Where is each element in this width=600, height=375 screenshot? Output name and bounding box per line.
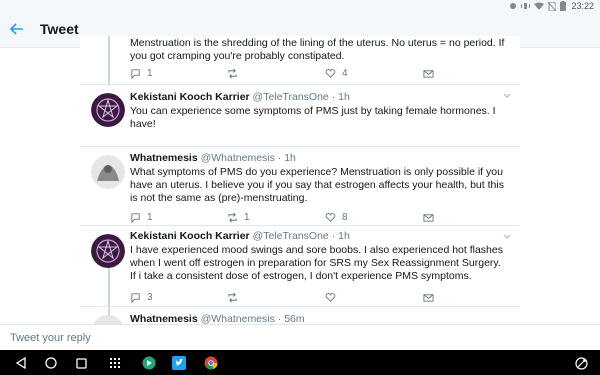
nav-home-button[interactable] — [42, 354, 60, 372]
retweet-button[interactable] — [227, 290, 244, 304]
chrome-icon — [204, 356, 218, 370]
reply-icon — [131, 212, 140, 223]
author-name[interactable]: Kekistani Kooch Karrier — [130, 91, 250, 103]
reply-button[interactable]: 1 — [130, 210, 153, 224]
reply-button[interactable]: 3 — [130, 290, 153, 304]
tweet-text: What symptoms of PMS do you experience? … — [130, 166, 504, 204]
arrow-left-icon — [10, 23, 23, 35]
tweet-text: Menstruation is the shredding of the lin… — [130, 37, 505, 62]
heart-icon — [325, 68, 336, 78]
avatar-image-icon — [91, 234, 125, 268]
retweet-button[interactable]: 1 — [227, 210, 250, 224]
retweet-icon — [228, 212, 237, 222]
no-sim-icon — [548, 1, 556, 11]
screen-rotate-button[interactable] — [572, 354, 590, 372]
nav-recents-button[interactable] — [72, 354, 90, 372]
tweet-thread[interactable]: Menstruation is the shredding of the lin… — [80, 36, 520, 324]
system-nav-bar — [0, 350, 600, 375]
tweet-header: Whatnemesis @Whatnemesis · 56m — [130, 313, 305, 324]
back-triangle-icon — [15, 357, 26, 369]
mail-icon — [423, 69, 434, 78]
mail-icon — [423, 213, 434, 222]
retweet-count: 1 — [244, 211, 250, 223]
author-handle[interactable]: @TeleTransOne — [253, 91, 329, 103]
tweet-header: Kekistani Kooch Karrier @TeleTransOne · … — [130, 230, 350, 242]
author-name[interactable]: Whatnemesis — [130, 313, 198, 324]
vibrate-icon — [521, 3, 530, 9]
twitter-app-icon — [172, 356, 186, 370]
page-title: Tweet — [40, 21, 79, 37]
avatar[interactable] — [91, 315, 125, 324]
like-count: 4 — [342, 67, 348, 79]
notification-icon — [510, 3, 516, 9]
mail-icon — [423, 293, 434, 302]
author-handle[interactable]: @Whatnemesis — [201, 313, 275, 324]
tweet-header: Whatnemesis @Whatnemesis · 1h — [130, 152, 296, 164]
retweet-button[interactable] — [227, 66, 244, 80]
author-handle[interactable]: @TeleTransOne — [253, 230, 329, 242]
tweet-header: Kekistani Kooch Karrier @TeleTransOne · … — [130, 91, 350, 103]
reply-input[interactable] — [0, 325, 600, 351]
reply-count: 3 — [147, 291, 153, 303]
chevron-down-icon[interactable] — [502, 91, 512, 101]
tweet-text: I have experienced mood swings and sore … — [130, 244, 503, 282]
tweet[interactable]: Kekistani Kooch Karrier @TeleTransOne · … — [80, 226, 520, 307]
tweet-time: 56m — [284, 313, 305, 324]
author-name[interactable]: Whatnemesis — [130, 152, 198, 164]
twitter-app[interactable] — [170, 354, 188, 372]
battery-icon — [560, 1, 566, 11]
share-button[interactable] — [423, 290, 434, 304]
share-button[interactable] — [423, 210, 434, 224]
heart-icon — [325, 212, 336, 222]
like-button[interactable]: 4 — [325, 66, 348, 80]
reply-count: 1 — [147, 67, 153, 79]
chevron-down-icon[interactable] — [502, 232, 512, 242]
author-handle[interactable]: @Whatnemesis — [201, 152, 275, 164]
status-icons — [509, 1, 566, 11]
tweet-time: 1h — [338, 91, 350, 103]
like-button[interactable]: 8 — [325, 210, 348, 224]
heart-icon — [325, 292, 336, 302]
avatar-image-icon — [91, 93, 125, 127]
share-button[interactable] — [423, 66, 434, 80]
app-drawer-icon — [110, 358, 120, 368]
reply-icon — [131, 292, 140, 303]
author-name[interactable]: Kekistani Kooch Karrier — [130, 230, 250, 242]
like-count: 8 — [342, 211, 348, 223]
reply-icon — [131, 68, 140, 79]
recents-square-icon — [75, 357, 87, 369]
avatar[interactable] — [91, 234, 125, 268]
retweet-icon — [228, 292, 237, 302]
status-bar: 23:22 — [0, 0, 600, 12]
reply-count: 1 — [147, 211, 153, 223]
tweet-time: 1h — [338, 230, 350, 242]
avatar[interactable] — [91, 155, 125, 189]
like-button[interactable] — [325, 290, 342, 304]
retweet-icon — [228, 68, 237, 78]
reply-button[interactable]: 1 — [130, 66, 153, 80]
reply-bar — [0, 324, 600, 351]
nav-back-button[interactable] — [12, 354, 30, 372]
avatar[interactable] — [91, 93, 125, 127]
play-store-icon — [142, 356, 156, 370]
tweet[interactable]: Whatnemesis @Whatnemesis · 56m — [80, 307, 520, 324]
status-time: 23:22 — [571, 1, 594, 11]
tweet[interactable]: Whatnemesis @Whatnemesis · 1h What sympt… — [80, 147, 520, 226]
wifi-icon — [534, 2, 544, 10]
app-drawer-button[interactable] — [106, 354, 124, 372]
home-circle-icon — [45, 357, 57, 369]
avatar-image-icon — [91, 155, 125, 189]
tweet-time: 1h — [284, 152, 296, 164]
tweet[interactable]: Kekistani Kooch Karrier @TeleTransOne · … — [80, 85, 520, 147]
tweet-text: You can experience some symptoms of PMS … — [130, 105, 496, 130]
avatar-image-icon — [93, 315, 123, 324]
screen-rotate-icon — [574, 356, 588, 370]
back-button[interactable] — [6, 18, 28, 40]
play-store-app[interactable] — [140, 354, 158, 372]
tweet[interactable]: Menstruation is the shredding of the lin… — [80, 36, 520, 85]
chrome-app[interactable] — [202, 354, 220, 372]
